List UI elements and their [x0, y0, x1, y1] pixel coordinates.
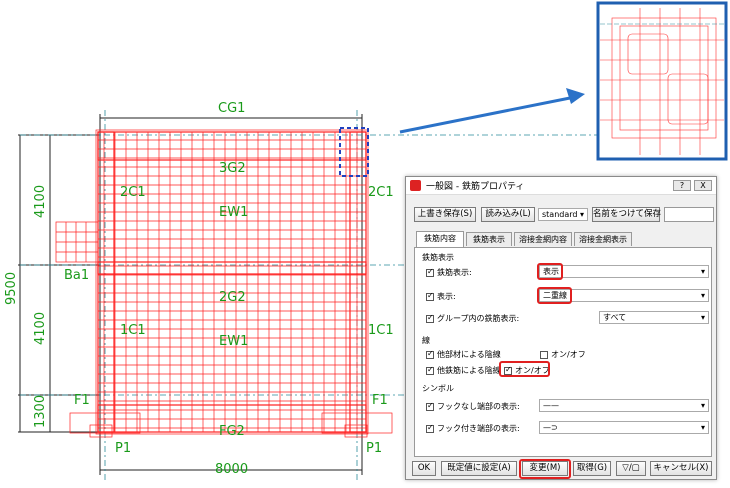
tab-mesh-content[interactable]: 溶接金網内容: [514, 232, 572, 246]
app-icon: [410, 180, 421, 191]
onoff1-checkbox[interactable]: [540, 350, 548, 359]
label-2c1-left: 2C1: [120, 185, 146, 200]
hooked-end-checkbox[interactable]: [426, 423, 434, 433]
display-label: 表示:: [437, 292, 456, 301]
highlight-onoff2: [499, 361, 550, 377]
rebar-display-checkbox[interactable]: [426, 267, 434, 277]
label-dim-4100-bottom: 4100: [33, 311, 48, 345]
label-2g2: 2G2: [219, 290, 246, 305]
preset-name-input[interactable]: [664, 207, 714, 222]
toggle-button[interactable]: ▽/▢: [616, 461, 646, 476]
label-dim-9500: 9500: [4, 271, 19, 305]
dialog-title: 一般図 - 鉄筋プロパティ: [426, 182, 525, 192]
label-ba1: Ba1: [64, 268, 90, 283]
callout-arrow: [399, 88, 585, 134]
row-hidden-by-rebar: 他鉄筋による陰線: [426, 365, 501, 376]
tab-rebar-display[interactable]: 鉄筋表示: [466, 232, 512, 246]
label-dim-8000: 8000: [215, 462, 249, 477]
hooked-end-select[interactable]: —⊃: [539, 421, 709, 434]
rebar-properties-dialog: 一般図 - 鉄筋プロパティ ? X 上書き保存(S) 読み込み(L) stand…: [405, 176, 717, 480]
load-button[interactable]: 読み込み(L): [481, 207, 535, 222]
label-2c1-right: 2C1: [368, 185, 394, 200]
row-group-display: グループ内の鉄筋表示:: [426, 313, 519, 324]
hidden-by-member-checkbox[interactable]: [426, 349, 434, 359]
group-display-checkbox[interactable]: [426, 313, 434, 323]
label-f1-right: F1: [372, 393, 388, 408]
row-hidden-by-member: 他部材による陰線: [426, 349, 501, 360]
label-dim-1300: 1300: [33, 394, 48, 428]
group-display-label: グループ内の鉄筋表示:: [437, 314, 520, 323]
tab-rebar-content[interactable]: 鉄筋内容: [416, 231, 464, 247]
rebar-display-label: 鉄筋表示:: [437, 268, 472, 277]
label-ew1-top: EW1: [219, 205, 249, 220]
dialog-titlebar[interactable]: 一般図 - 鉄筋プロパティ ? X: [406, 177, 716, 195]
label-1c1-left: 1C1: [120, 323, 146, 338]
row-hooked-end: フック付き端部の表示:: [426, 423, 520, 434]
save-as-button[interactable]: 名前をつけて保存: [592, 207, 661, 222]
section-lines: 線: [422, 336, 430, 345]
label-dim-4100-top: 4100: [33, 184, 48, 218]
get-button[interactable]: 取得(G): [573, 461, 611, 476]
overwrite-save-button[interactable]: 上書き保存(S): [414, 207, 476, 222]
onoff1-label: オン/オフ: [551, 350, 586, 359]
tab-mesh-display[interactable]: 溶接金網表示: [574, 232, 632, 246]
help-button[interactable]: ?: [673, 180, 691, 191]
ok-button[interactable]: OK: [412, 461, 436, 476]
hooked-end-label: フック付き端部の表示:: [437, 424, 520, 433]
highlight-display: [537, 287, 572, 304]
label-cg1: CG1: [218, 101, 246, 116]
hidden-by-rebar-checkbox[interactable]: [426, 365, 434, 375]
highlight-rebar-display: [537, 263, 563, 280]
group-display-select[interactable]: すべて: [599, 311, 709, 324]
hidden-by-member-label: 他部材による陰線: [437, 350, 501, 359]
hookless-end-checkbox[interactable]: [426, 401, 434, 411]
section-symbols: シンボル: [422, 384, 454, 393]
label-p1-left: P1: [115, 441, 132, 456]
label-1c1-right: 1C1: [368, 323, 394, 338]
row-hookless-end: フックなし端部の表示:: [426, 401, 520, 412]
modify-button[interactable]: 変更(M): [522, 461, 568, 476]
label-ew1-bottom: EW1: [219, 334, 249, 349]
section-rebar-display: 鉄筋表示: [422, 253, 454, 262]
zoom-inset: [596, 1, 728, 161]
cancel-button[interactable]: キャンセル(X): [650, 461, 712, 476]
preset-select[interactable]: standard: [538, 208, 588, 221]
straight-end-icon: ——: [543, 401, 559, 410]
row-onoff1: オン/オフ: [540, 349, 586, 360]
rebar-display-select[interactable]: 表示: [539, 265, 709, 278]
label-3g2: 3G2: [219, 161, 246, 176]
hookless-end-select[interactable]: ——: [539, 399, 709, 412]
hookless-end-label: フックなし端部の表示:: [437, 402, 520, 411]
row-rebar-display: 鉄筋表示:: [426, 267, 472, 278]
close-button[interactable]: X: [694, 180, 712, 191]
display-checkbox[interactable]: [426, 291, 434, 301]
hidden-by-rebar-label: 他鉄筋による陰線: [437, 366, 501, 375]
label-fg2: FG2: [219, 424, 245, 439]
tab-panel: 鉄筋表示 鉄筋表示: 表示 表示: 二重線 グループ内の鉄筋表示: すべて 線 …: [414, 247, 712, 457]
label-f1-left: F1: [74, 393, 90, 408]
set-default-button[interactable]: 既定値に設定(A): [441, 461, 517, 476]
row-display: 表示:: [426, 291, 456, 302]
hook-end-icon: —⊃: [543, 423, 558, 432]
label-p1-right: P1: [366, 441, 383, 456]
